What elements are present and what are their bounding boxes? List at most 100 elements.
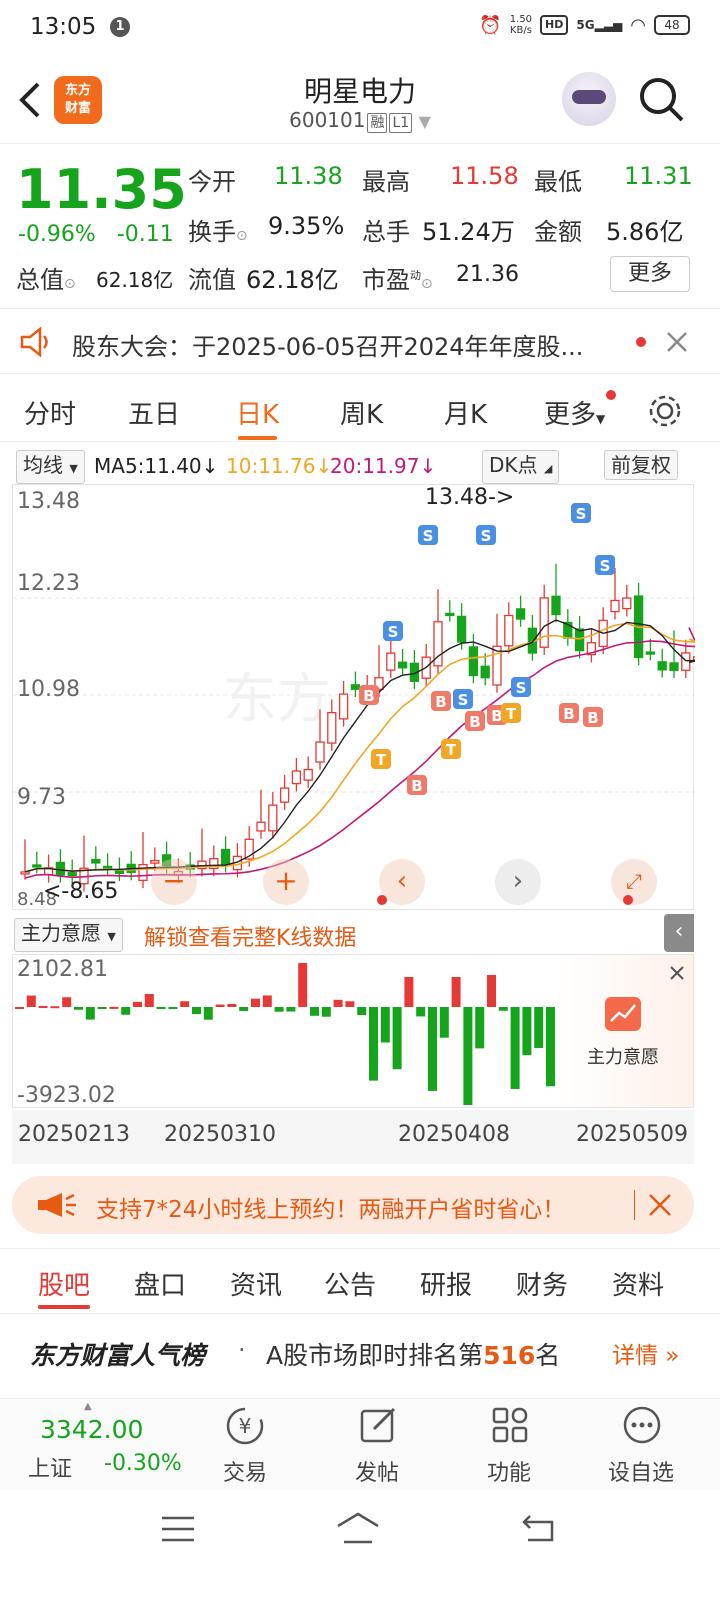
open-value: 11.38 [274, 162, 343, 190]
indicator-promo-label: 主力意愿 [587, 1047, 659, 1068]
edit-icon [360, 1407, 396, 1443]
zoom-in-button[interactable]: + [263, 859, 309, 905]
mktcap-value: 62.18亿 [96, 268, 174, 292]
open-label: 今开 [188, 168, 236, 196]
ma-select[interactable]: 均线 ▼ [16, 450, 85, 484]
tab-news[interactable]: 资讯 [230, 1265, 282, 1302]
more-quote-button[interactable]: 更多 [610, 256, 690, 292]
stock-code: 600101 [289, 108, 366, 132]
unread-dot [377, 895, 387, 905]
zoom-out-button[interactable]: − [151, 859, 197, 905]
functions-button[interactable]: 功能 [464, 1399, 554, 1491]
index-change: -0.30% [104, 1451, 182, 1476]
candle-body [574, 628, 585, 652]
info-icon: ⊙ [64, 276, 76, 292]
promo-banner[interactable]: 支持7*24小时线上预约！两融开户省时省心！ [12, 1176, 694, 1234]
rank-brand: 东方财富人气榜 [30, 1341, 206, 1370]
date-label: 20250310 [164, 1122, 276, 1147]
candle-body [539, 597, 549, 648]
divider [634, 1190, 635, 1220]
ma5-label: MA5:11.40↓ [94, 454, 219, 478]
tab-guba[interactable]: 股吧 [38, 1265, 91, 1309]
fullscreen-button[interactable]: ⤢ [611, 859, 657, 905]
indicator-chart[interactable]: 2102.81 -3923.02 主力意愿 [12, 954, 694, 1108]
signal-marker-label: B [411, 777, 422, 795]
indicator-max: 2102.81 [17, 957, 108, 982]
indicator-bar [262, 995, 272, 1007]
unread-dot [636, 337, 646, 347]
rank-text: A股市场即时排名第516名 [266, 1341, 561, 1370]
candle-body [150, 860, 160, 864]
tab-monthly-k[interactable]: 月K [444, 394, 487, 431]
candle-body [669, 662, 679, 671]
search-icon[interactable] [638, 76, 686, 124]
indicator-bar [50, 1006, 60, 1009]
candle-body [397, 661, 408, 669]
tab-intraday[interactable]: 分时 [24, 394, 76, 431]
indicator-bar [215, 1004, 225, 1007]
candle-body [55, 861, 66, 876]
kline-canvas: 东方S SSSSSSB BB B B BBTTT [13, 503, 695, 892]
indicator-bar [475, 1007, 485, 1049]
scroll-right-button[interactable]: › [495, 859, 541, 905]
tab-weekly-k[interactable]: 周K [340, 394, 383, 431]
tab-daily-k[interactable]: 日K [236, 394, 279, 440]
tab-research[interactable]: 研报 [420, 1265, 472, 1302]
tab-orderbook[interactable]: 盘口 [134, 1265, 186, 1302]
info-icon: ⊙ [421, 276, 433, 292]
hd-icon: HD [540, 15, 569, 35]
gear-icon[interactable] [646, 392, 684, 430]
post-button[interactable]: 发帖 [332, 1399, 422, 1491]
home-icon[interactable] [334, 1510, 382, 1546]
tab-finance[interactable]: 财务 [516, 1265, 568, 1302]
indicator-bar [321, 1007, 331, 1017]
dk-point-select[interactable]: DK点 ◢ [482, 450, 560, 484]
close-icon[interactable] [669, 965, 685, 981]
turnover-label: 换手⊙ [188, 218, 248, 246]
unlock-link[interactable]: 解锁查看完整K线数据 [144, 920, 356, 952]
candle-body [102, 865, 113, 870]
megaphone-icon [38, 1193, 76, 1217]
indicator-bar [15, 1007, 24, 1009]
tab-five-day[interactable]: 五日 [128, 394, 180, 431]
unread-dot [623, 895, 633, 905]
indicator-bar [26, 995, 36, 1007]
menu-icon[interactable] [160, 1514, 196, 1544]
tab-profile[interactable]: 资料 [612, 1265, 664, 1302]
collapse-panel-button[interactable]: ‹ [664, 914, 694, 952]
close-icon[interactable] [666, 331, 688, 353]
level-tag: L1 [389, 113, 413, 133]
adjust-select[interactable]: 前复权 [604, 450, 678, 480]
y-tick-label: 9.73 [17, 785, 66, 810]
tab-more[interactable]: 更多▼ [544, 394, 605, 431]
tab-announcements[interactable]: 公告 [324, 1265, 376, 1302]
popularity-rank[interactable]: 东方财富人气榜 · A股市场即时排名第516名 详情 » [0, 1316, 720, 1396]
signal-icon: 5G▂▃▅ [576, 18, 623, 32]
indicator-bar [38, 1005, 48, 1008]
close-icon[interactable] [648, 1193, 672, 1217]
last-price: 11.35 [16, 158, 187, 221]
rank-dot: · [238, 1336, 246, 1364]
kline-chart[interactable]: 东方 S S S S S S S B B B B B B B T T T 13.48 12.23 10.98 9.… [12, 484, 695, 910]
indicator-bar [357, 1007, 367, 1016]
rank-detail-link[interactable]: 详情 » [612, 1336, 679, 1370]
grid-icon [492, 1407, 528, 1443]
signal-marker-label: T [376, 751, 387, 769]
turnover-value: 9.35% [268, 212, 345, 240]
clock: 13:05 [30, 14, 97, 40]
promo-text: 支持7*24小时线上预约！两融开户省时省心！ [96, 1197, 566, 1223]
indicator-select[interactable]: 主力意愿 ▼ [14, 918, 123, 952]
signal-marker-label: S [388, 623, 399, 641]
robot-assistant-icon[interactable] [562, 72, 616, 126]
ma10-label: 10:11.76↓ [226, 454, 333, 478]
unread-dot [606, 390, 616, 400]
index-ticker[interactable]: ▲ 3342.00 上证 -0.30% [18, 1399, 188, 1491]
back-nav-icon[interactable] [520, 1512, 558, 1544]
add-favorite-button[interactable]: 设自选 [596, 1399, 686, 1491]
notice-bar[interactable]: 股东大会：于2025-06-05召开2024年年度股... [0, 308, 720, 374]
trade-button[interactable]: ¥ 交易 [200, 1399, 290, 1491]
candle-body [692, 656, 695, 661]
candle-body [291, 770, 302, 785]
indicator-bar [133, 1001, 142, 1007]
indicator-promo[interactable]: 主力意愿 [557, 955, 693, 1107]
